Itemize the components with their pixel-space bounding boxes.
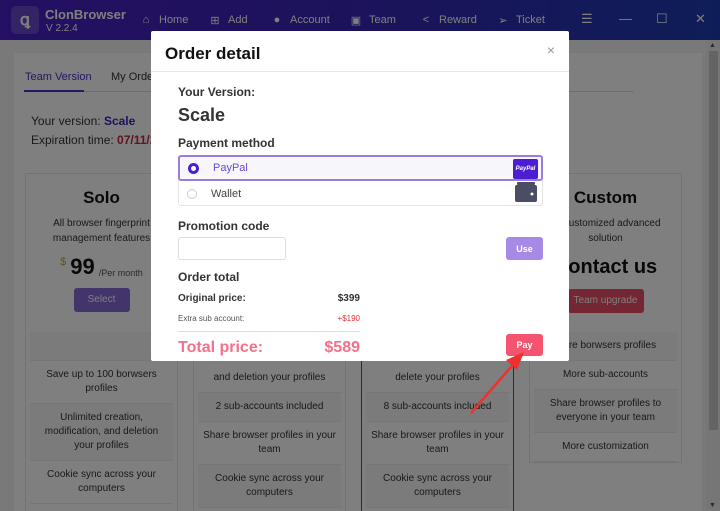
use-promo-button[interactable]: Use <box>506 237 543 260</box>
payment-method-group: PayPal PayPal Wallet <box>178 155 543 206</box>
total-price-row: Total price: $589 <box>178 339 360 357</box>
close-icon[interactable]: × <box>547 42 555 58</box>
extra-sub-account-value: +$190 <box>337 314 360 323</box>
paypal-icon: PayPal <box>513 159 538 179</box>
original-price-label: Original price: <box>178 293 246 304</box>
total-divider <box>178 331 360 332</box>
extra-sub-account-row: Extra sub account: +$190 <box>178 314 360 323</box>
original-price-row: Original price: $399 <box>178 293 360 304</box>
promotion-code-label: Promotion code <box>178 219 270 233</box>
total-price-label: Total price: <box>178 339 264 356</box>
order-detail-modal: Order detail × Your Version: Scale Payme… <box>151 31 569 361</box>
pay-button[interactable]: Pay <box>506 334 543 356</box>
radio-unselected[interactable] <box>187 188 197 199</box>
payment-method-label: Payment method <box>178 136 275 150</box>
order-total-label: Order total <box>178 270 240 284</box>
radio-selected[interactable] <box>188 162 199 174</box>
total-price-value: $589 <box>324 339 360 356</box>
payment-option-label: Wallet <box>211 187 242 200</box>
payment-option-label: PayPal <box>213 162 248 174</box>
modal-header: Order detail × <box>151 31 569 72</box>
original-price-value: $399 <box>337 293 360 304</box>
version-label: Your Version: <box>178 85 256 99</box>
extra-sub-account-label: Extra sub account: <box>178 314 245 323</box>
promotion-code-input[interactable] <box>178 237 286 260</box>
version-value: Scale <box>178 105 226 125</box>
payment-option-paypal[interactable]: PayPal PayPal <box>178 155 543 181</box>
wallet-icon <box>515 182 537 202</box>
modal-title: Order detail <box>165 44 261 63</box>
payment-option-wallet[interactable]: Wallet <box>179 181 542 206</box>
